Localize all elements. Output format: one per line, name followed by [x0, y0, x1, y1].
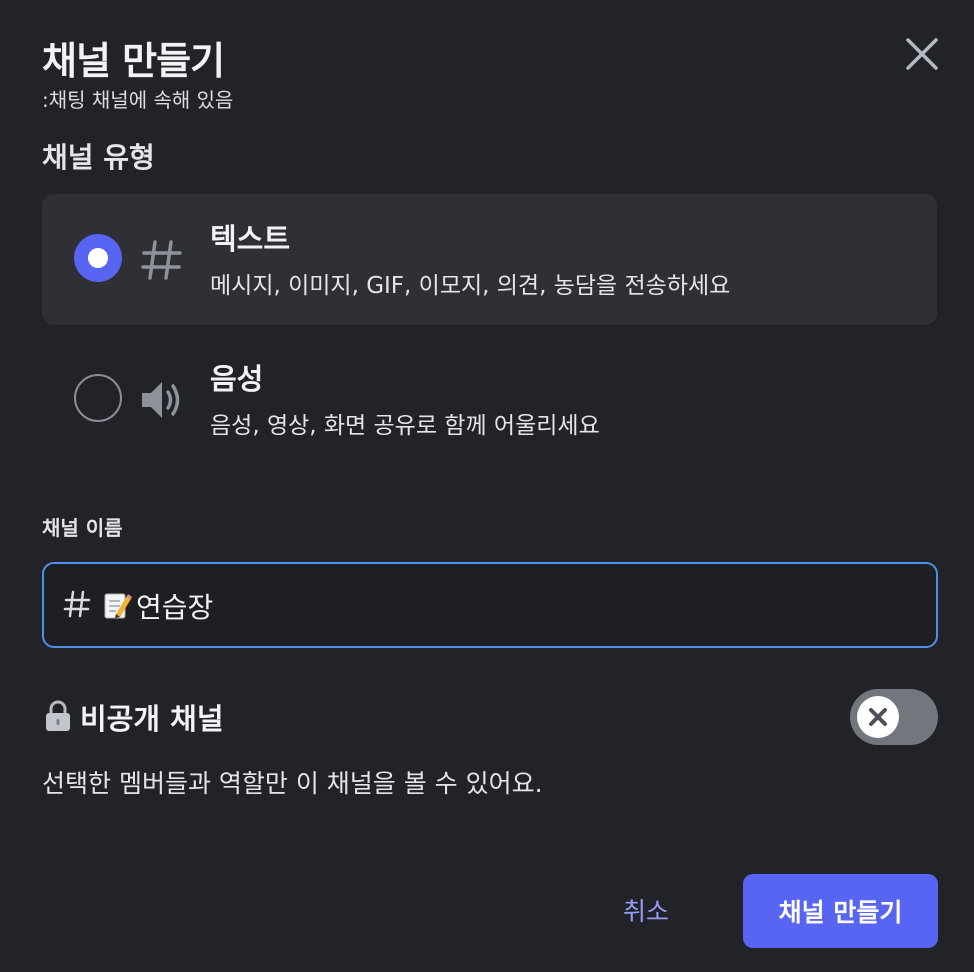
close-button[interactable]: [900, 32, 944, 76]
option-description-text: 메시지, 이미지, GIF, 이모지, 의견, 농담을 전송하세요: [210, 273, 731, 299]
radio-text-selected[interactable]: [74, 234, 122, 282]
x-icon: [869, 708, 887, 726]
memo-pencil-icon: [104, 593, 132, 619]
channel-type-label: 채널 유형: [42, 141, 155, 174]
toggle-knob: [857, 696, 899, 738]
cancel-button[interactable]: 취소: [590, 882, 702, 938]
hash-icon: [141, 240, 182, 280]
hash-icon: [63, 590, 91, 618]
option-description-voice: 음성, 영상, 화면 공유로 함께 어울리세요: [210, 413, 600, 439]
channel-name-field[interactable]: [42, 562, 938, 648]
channel-type-voice-option[interactable]: 음성 음성, 영상, 화면 공유로 함께 어울리세요: [42, 334, 937, 465]
private-channel-toggle[interactable]: [850, 689, 938, 745]
option-name-voice: 음성: [210, 362, 264, 396]
private-channel-description: 선택한 멤버들과 역할만 이 채널을 볼 수 있어요.: [42, 769, 543, 798]
speaker-icon: [142, 382, 180, 418]
radio-voice-unselected[interactable]: [74, 374, 122, 422]
channel-type-text-option[interactable]: 텍스트 메시지, 이미지, GIF, 이모지, 의견, 농담을 전송하세요: [42, 194, 937, 325]
channel-name-label: 채널 이름: [42, 516, 123, 540]
private-channel-label: 비공개 채널: [80, 702, 224, 736]
dialog-subtitle: :채팅 채널에 속해 있음: [42, 88, 234, 112]
close-icon: [906, 38, 938, 70]
dialog-title: 채널 만들기: [42, 39, 225, 83]
lock-icon: [46, 700, 70, 731]
channel-name-input[interactable]: [136, 578, 896, 634]
create-channel-button[interactable]: 채널 만들기: [743, 874, 938, 948]
option-name-text: 텍스트: [210, 222, 291, 256]
create-channel-dialog: 채널 만들기 :채팅 채널에 속해 있음 채널 유형 텍스트 메시지, 이미지,…: [0, 0, 974, 972]
